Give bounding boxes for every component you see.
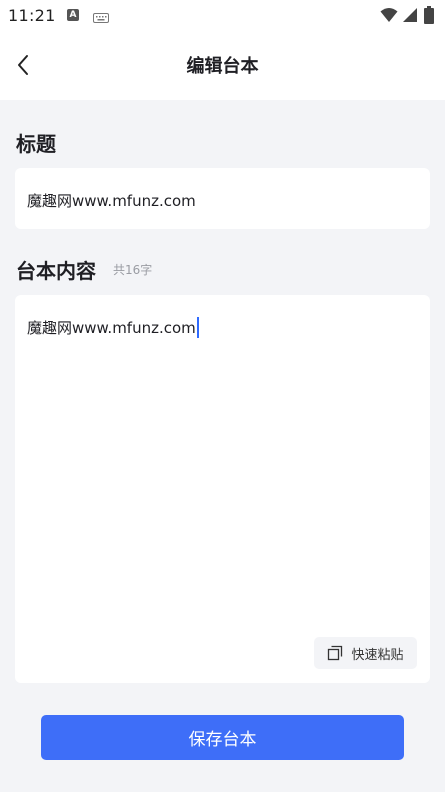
title-section-label: 标题 bbox=[16, 132, 56, 156]
status-time: 11:21 bbox=[8, 6, 56, 25]
save-script-label: 保存台本 bbox=[188, 730, 257, 750]
battery-icon bbox=[424, 6, 434, 28]
title-input[interactable]: 魔趣网www.mfunz.com bbox=[27, 190, 196, 211]
save-script-button[interactable]: 保存台本 bbox=[41, 715, 404, 760]
text-cursor bbox=[196, 317, 199, 338]
status-bar: 11:21 A bbox=[0, 0, 445, 30]
wifi-icon bbox=[380, 7, 398, 27]
content-textarea-card[interactable]: 魔趣网www.mfunz.com 快速粘贴 bbox=[15, 295, 430, 683]
signal-icon bbox=[402, 7, 418, 27]
title-input-card[interactable]: 魔趣网www.mfunz.com bbox=[15, 168, 430, 229]
keyboard-icon bbox=[93, 9, 109, 28]
content-textarea[interactable]: 魔趣网www.mfunz.com bbox=[27, 317, 199, 338]
content-text-value: 魔趣网www.mfunz.com bbox=[27, 319, 196, 337]
a-notification-icon: A bbox=[67, 9, 79, 21]
character-count: 共16字 bbox=[113, 263, 153, 277]
top-navigation-bar: 编辑台本 bbox=[0, 30, 445, 100]
quick-paste-button[interactable]: 快速粘贴 bbox=[314, 637, 417, 669]
content-section-label: 台本内容 bbox=[16, 259, 96, 283]
copy-icon bbox=[328, 645, 343, 661]
quick-paste-label: 快速粘贴 bbox=[351, 647, 404, 663]
page-title: 编辑台本 bbox=[186, 56, 259, 77]
